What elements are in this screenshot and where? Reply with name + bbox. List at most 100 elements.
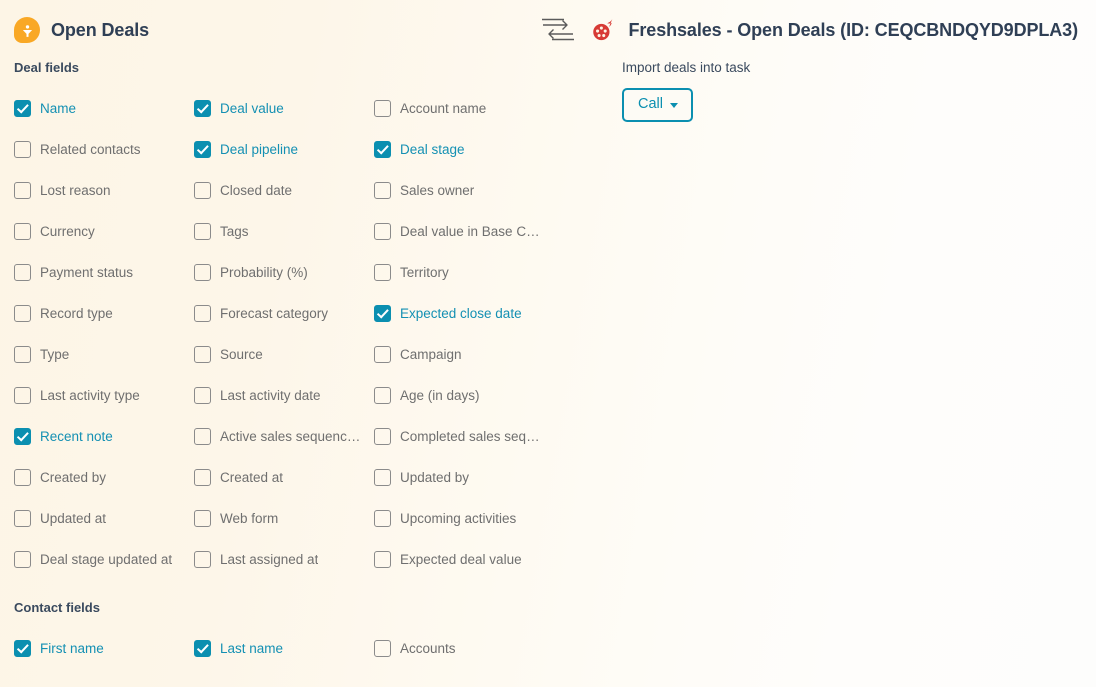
checkbox-unchecked-icon[interactable] — [194, 469, 211, 486]
checkbox-checked-icon[interactable] — [194, 640, 211, 657]
field-checkbox-row[interactable]: Forecast category — [194, 293, 374, 334]
field-checkbox-row[interactable]: Type — [14, 334, 194, 375]
checkbox-unchecked-icon[interactable] — [194, 223, 211, 240]
checkbox-unchecked-icon[interactable] — [194, 428, 211, 445]
field-checkbox-row[interactable]: Currency — [14, 211, 194, 252]
field-checkbox-row[interactable]: Web form — [194, 498, 374, 539]
checkbox-unchecked-icon[interactable] — [374, 264, 391, 281]
field-checkbox-row[interactable]: Payment status — [14, 252, 194, 293]
checkbox-checked-icon[interactable] — [194, 141, 211, 158]
checkbox-unchecked-icon[interactable] — [374, 428, 391, 445]
checkbox-unchecked-icon[interactable] — [14, 469, 31, 486]
field-label: Source — [220, 347, 263, 362]
fields-pane: Deal fields Name Deal value Account name Re… — [14, 60, 614, 669]
field-checkbox-row[interactable]: Sales owner — [374, 170, 554, 211]
checkbox-checked-icon[interactable] — [374, 141, 391, 158]
field-checkbox-row[interactable]: Last activity date — [194, 375, 374, 416]
checkbox-unchecked-icon[interactable] — [194, 510, 211, 527]
field-checkbox-row[interactable]: Record type — [14, 293, 194, 334]
field-label: First name — [40, 641, 104, 656]
checkbox-unchecked-icon[interactable] — [194, 387, 211, 404]
field-checkbox-row[interactable]: Name — [14, 88, 194, 129]
field-checkbox-row[interactable]: Updated at — [14, 498, 194, 539]
field-label: Last activity type — [40, 388, 140, 403]
field-checkbox-row[interactable]: Recent note — [14, 416, 194, 457]
import-task-type-dropdown[interactable]: Call — [622, 88, 693, 122]
field-checkbox-row[interactable]: Created by — [14, 457, 194, 498]
checkbox-unchecked-icon[interactable] — [374, 551, 391, 568]
checkbox-unchecked-icon[interactable] — [374, 346, 391, 363]
field-checkbox-row[interactable]: Territory — [374, 252, 554, 293]
checkbox-unchecked-icon[interactable] — [14, 387, 31, 404]
checkbox-unchecked-icon[interactable] — [194, 305, 211, 322]
field-checkbox-row[interactable]: Deal pipeline — [194, 129, 374, 170]
field-checkbox-row[interactable]: Upcoming activities — [374, 498, 554, 539]
checkbox-unchecked-icon[interactable] — [194, 264, 211, 281]
field-label: Deal value in Base C… — [400, 224, 540, 239]
field-checkbox-row[interactable]: Account name — [374, 88, 554, 129]
field-checkbox-row[interactable]: Last activity type — [14, 375, 194, 416]
checkbox-unchecked-icon[interactable] — [14, 346, 31, 363]
checkbox-unchecked-icon[interactable] — [194, 346, 211, 363]
sync-arrows-icon — [538, 15, 578, 45]
checkbox-checked-icon[interactable] — [14, 640, 31, 657]
field-checkbox-row[interactable]: First name — [14, 628, 194, 669]
field-label: Expected close date — [400, 306, 522, 321]
field-checkbox-row[interactable]: Expected close date — [374, 293, 554, 334]
field-label: Account name — [400, 101, 487, 116]
contact-fields-grid: First name Last name Accounts — [14, 628, 614, 669]
field-checkbox-row[interactable]: Probability (%) — [194, 252, 374, 293]
checkbox-unchecked-icon[interactable] — [14, 305, 31, 322]
field-checkbox-row[interactable]: Deal stage — [374, 129, 554, 170]
field-checkbox-row[interactable]: Lost reason — [14, 170, 194, 211]
right-title-group: Freshsales - Open Deals (ID: CEQCBNDQYD9… — [538, 15, 1078, 45]
freshsales-logo-icon — [590, 17, 616, 43]
field-checkbox-row[interactable]: Deal value — [194, 88, 374, 129]
field-checkbox-row[interactable]: Updated by — [374, 457, 554, 498]
checkbox-unchecked-icon[interactable] — [14, 182, 31, 199]
field-checkbox-row[interactable]: Last assigned at — [194, 539, 374, 580]
checkbox-unchecked-icon[interactable] — [374, 640, 391, 657]
field-checkbox-row[interactable]: Campaign — [374, 334, 554, 375]
field-checkbox-row[interactable]: Deal stage updated at — [14, 539, 194, 580]
field-checkbox-row[interactable]: Last name — [194, 628, 374, 669]
field-checkbox-row[interactable]: Closed date — [194, 170, 374, 211]
field-checkbox-row[interactable]: Tags — [194, 211, 374, 252]
contact-fields-heading: Contact fields — [14, 600, 100, 615]
field-checkbox-row[interactable]: Completed sales seq… — [374, 416, 554, 457]
checkbox-checked-icon[interactable] — [14, 100, 31, 117]
field-checkbox-row[interactable]: Deal value in Base C… — [374, 211, 554, 252]
checkbox-unchecked-icon[interactable] — [14, 141, 31, 158]
field-label: Completed sales seq… — [400, 429, 540, 444]
deal-fields-grid: Name Deal value Account name Related contac… — [14, 88, 614, 580]
checkbox-unchecked-icon[interactable] — [14, 264, 31, 281]
checkbox-unchecked-icon[interactable] — [374, 510, 391, 527]
field-checkbox-row[interactable]: Active sales sequenc… — [194, 416, 374, 457]
checkbox-unchecked-icon[interactable] — [14, 223, 31, 240]
integration-title: Freshsales - Open Deals (ID: CEQCBNDQYD9… — [628, 19, 1078, 40]
contact-fields-section: Contact fields First name Last name Accoun… — [14, 600, 614, 669]
field-label: Active sales sequenc… — [220, 429, 361, 444]
checkbox-checked-icon[interactable] — [374, 305, 391, 322]
checkbox-unchecked-icon[interactable] — [14, 551, 31, 568]
field-checkbox-row[interactable]: Created at — [194, 457, 374, 498]
field-label: Lost reason — [40, 183, 111, 198]
checkbox-checked-icon[interactable] — [194, 100, 211, 117]
checkbox-unchecked-icon[interactable] — [194, 551, 211, 568]
checkbox-unchecked-icon[interactable] — [374, 182, 391, 199]
checkbox-unchecked-icon[interactable] — [374, 100, 391, 117]
field-checkbox-row[interactable]: Age (in days) — [374, 375, 554, 416]
checkbox-checked-icon[interactable] — [14, 428, 31, 445]
checkbox-unchecked-icon[interactable] — [374, 469, 391, 486]
field-checkbox-row[interactable]: Related contacts — [14, 129, 194, 170]
checkbox-unchecked-icon[interactable] — [194, 182, 211, 199]
checkbox-unchecked-icon[interactable] — [374, 387, 391, 404]
field-checkbox-row[interactable]: Source — [194, 334, 374, 375]
field-checkbox-row[interactable]: Accounts — [374, 628, 554, 669]
field-label: Sales owner — [400, 183, 475, 198]
checkbox-unchecked-icon[interactable] — [374, 223, 391, 240]
checkbox-unchecked-icon[interactable] — [14, 510, 31, 527]
dropdown-selected-value: Call — [638, 96, 663, 112]
field-checkbox-row[interactable]: Expected deal value — [374, 539, 554, 580]
filter-badge-icon — [14, 17, 40, 43]
